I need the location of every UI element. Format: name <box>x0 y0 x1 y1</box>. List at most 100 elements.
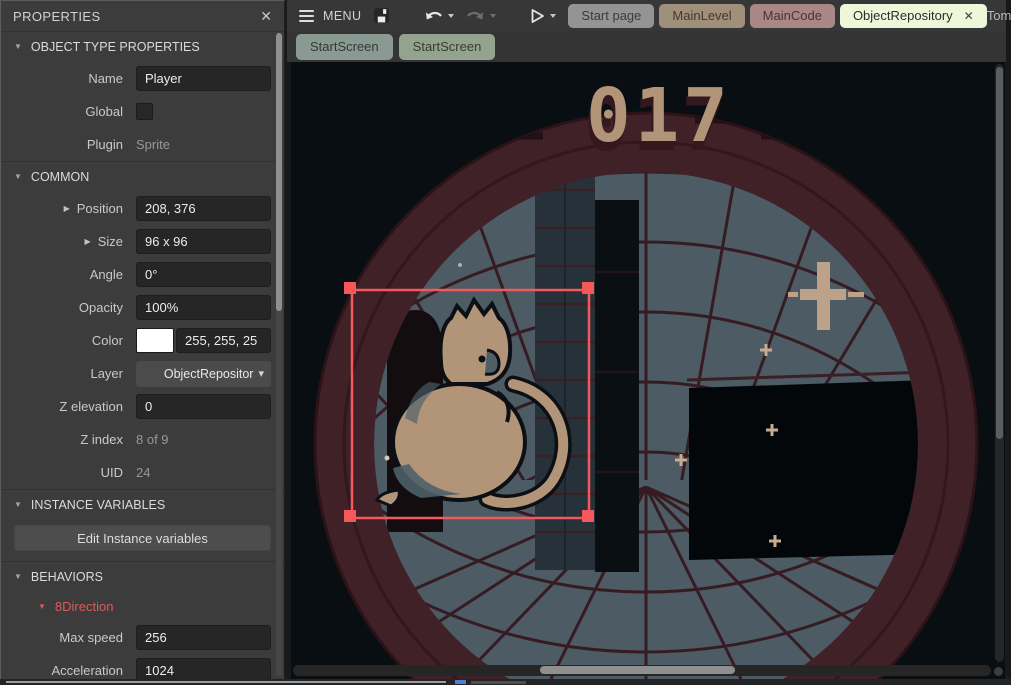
canvas-vertical-scrollbar-thumb[interactable] <box>996 67 1003 439</box>
size-label: Size <box>98 234 123 249</box>
position-input[interactable] <box>136 196 271 221</box>
redo-button[interactable] <box>466 9 496 22</box>
uid-label: UID <box>101 465 123 480</box>
section-title: COMMON <box>31 170 89 184</box>
tab-mainlevel[interactable]: MainLevel <box>659 4 744 28</box>
panel-scrollbar-thumb[interactable] <box>276 33 282 311</box>
bottom-panel-divider <box>6 681 446 683</box>
chevron-down-icon: ▼ <box>38 603 46 611</box>
undo-icon <box>424 9 443 22</box>
section-instance-variables[interactable]: ▼ INSTANCE VARIABLES <box>1 489 284 520</box>
section-title: OBJECT TYPE PROPERTIES <box>31 40 200 54</box>
size-input[interactable] <box>136 229 271 254</box>
top-toolbar: MENU <box>287 0 1006 62</box>
z-index-label: Z index <box>80 432 123 447</box>
layout-canvas[interactable]: 017 017 <box>291 62 1005 679</box>
document-tabs: Start page MainLevel MainCode ObjectRepo… <box>568 4 986 28</box>
global-checkbox[interactable] <box>136 103 153 120</box>
row-uid: UID 24 <box>1 456 284 489</box>
chevron-right-icon[interactable]: ▶ <box>64 205 70 213</box>
user-name: Tom <box>987 8 1011 23</box>
tab-label: ObjectRepository <box>853 8 953 23</box>
menu-label: MENU <box>323 9 361 23</box>
acceleration-label: Acceleration <box>51 663 123 678</box>
properties-panel-header: PROPERTIES ✕ <box>1 1 284 31</box>
layer-select[interactable]: ObjectRepositor ▾ <box>136 361 271 387</box>
close-icon[interactable]: ✕ <box>260 9 272 23</box>
tab-start-page[interactable]: Start page <box>568 4 654 28</box>
uid-value: 24 <box>136 465 150 480</box>
name-input[interactable] <box>136 66 271 91</box>
selection-handle-top-left[interactable] <box>344 282 356 294</box>
max-speed-input[interactable] <box>136 625 271 650</box>
chevron-down-icon: ▼ <box>14 501 22 509</box>
opacity-label: Opacity <box>79 300 123 315</box>
subtab-startscreen-1[interactable]: StartScreen <box>296 34 393 60</box>
subtab-label: StartScreen <box>413 39 482 54</box>
subtab-startscreen-2[interactable]: StartScreen <box>399 34 496 60</box>
chevron-down-icon: ▼ <box>14 573 22 581</box>
section-title: BEHAVIORS <box>31 570 103 584</box>
tab-objectrepository[interactable]: ObjectRepository ✕ <box>840 4 987 28</box>
tab-maincode[interactable]: MainCode <box>750 4 835 28</box>
dust-speck <box>458 263 462 267</box>
app-window: PROPERTIES ✕ ▼ OBJECT TYPE PROPERTIES Na… <box>0 0 1011 685</box>
tab-label: Start page <box>581 8 641 23</box>
chevron-down-icon[interactable] <box>448 14 454 18</box>
row-plugin: Plugin Sprite <box>1 128 284 161</box>
bottom-docked-panel-edge <box>0 679 1011 685</box>
angle-input[interactable] <box>136 262 271 287</box>
plugin-value: Sprite <box>136 137 170 152</box>
chevron-right-icon[interactable]: ▶ <box>85 238 91 246</box>
central-column <box>535 152 639 572</box>
properties-panel: PROPERTIES ✕ ▼ OBJECT TYPE PROPERTIES Na… <box>0 0 285 679</box>
row-z-index: Z index 8 of 9 <box>1 423 284 456</box>
save-button[interactable] <box>373 7 390 24</box>
tab-label: MainLevel <box>672 8 731 23</box>
row-name: Name <box>1 62 284 95</box>
section-common[interactable]: ▼ COMMON <box>1 161 284 192</box>
room-number-text: 017 <box>586 73 732 159</box>
z-elevation-input[interactable] <box>136 394 271 419</box>
selection-handle-bottom-right[interactable] <box>582 510 594 522</box>
redo-icon <box>466 9 485 22</box>
layer-value: ObjectRepositor <box>164 367 254 381</box>
row-color: Color <box>1 324 284 357</box>
undo-button[interactable] <box>424 9 454 22</box>
z-index-value: 8 of 9 <box>136 432 169 447</box>
layer-label: Layer <box>90 366 123 381</box>
scrollbar-corner <box>994 667 1003 676</box>
close-icon[interactable]: ✕ <box>964 9 974 23</box>
row-opacity: Opacity <box>1 291 284 324</box>
color-input[interactable] <box>176 328 271 353</box>
edit-instance-variables-button[interactable]: Edit Instance variables <box>14 525 271 551</box>
row-max-speed: Max speed <box>1 621 284 654</box>
opacity-input[interactable] <box>136 295 271 320</box>
color-swatch[interactable] <box>136 328 174 353</box>
position-label: Position <box>77 201 123 216</box>
acceleration-input[interactable] <box>136 658 271 679</box>
play-button[interactable] <box>530 8 556 24</box>
user-account[interactable]: Tom <box>987 4 1011 28</box>
selection-handle-top-right[interactable] <box>582 282 594 294</box>
chevron-down-icon: ▾ <box>258 367 264 380</box>
doorway <box>687 372 931 560</box>
section-object-type-properties[interactable]: ▼ OBJECT TYPE PROPERTIES <box>1 31 284 62</box>
selection-handle-bottom-left[interactable] <box>344 510 356 522</box>
canvas-horizontal-scrollbar-thumb[interactable] <box>540 666 735 674</box>
play-icon <box>530 8 545 24</box>
menu-button[interactable]: MENU <box>299 9 361 23</box>
chevron-down-icon[interactable] <box>550 14 556 18</box>
layout-scene[interactable]: 017 017 <box>291 62 1005 679</box>
behavior-8direction[interactable]: ▼ 8Direction <box>1 592 284 621</box>
section-behaviors[interactable]: ▼ BEHAVIORS <box>1 561 284 592</box>
toolbar-row: MENU <box>287 0 1006 31</box>
name-label: Name <box>88 71 123 86</box>
max-speed-label: Max speed <box>59 630 123 645</box>
chevron-down-icon <box>490 14 496 18</box>
color-label: Color <box>92 333 123 348</box>
z-elevation-label: Z elevation <box>59 399 123 414</box>
row-acceleration: Acceleration <box>1 654 284 679</box>
row-size: ▶ Size <box>1 225 284 258</box>
plugin-label: Plugin <box>87 137 123 152</box>
